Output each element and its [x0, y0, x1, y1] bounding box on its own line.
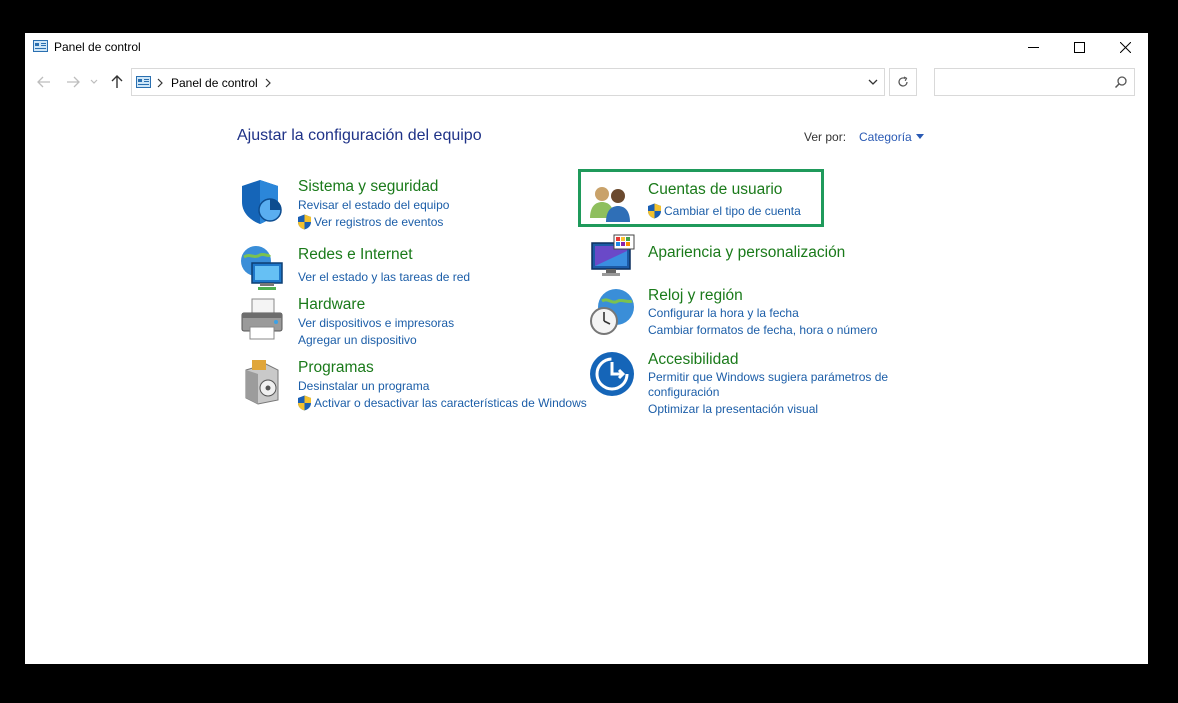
minimize-button[interactable]	[1010, 33, 1056, 61]
clock-globe-icon	[590, 289, 634, 335]
programs-box-icon	[245, 360, 279, 405]
close-button[interactable]	[1102, 33, 1148, 61]
monitor-palette-icon	[591, 234, 635, 276]
control-panel-icon	[136, 76, 151, 88]
category-title[interactable]: Hardware	[298, 296, 365, 314]
category-clock-region: Reloj y región Configurar la hora y la f…	[588, 287, 898, 339]
refresh-button[interactable]	[889, 68, 917, 96]
accessibility-icon	[590, 352, 634, 396]
uac-shield-icon	[298, 214, 311, 230]
up-button[interactable]	[109, 74, 125, 90]
category-title[interactable]: Redes e Internet	[298, 246, 413, 264]
control-panel-icon	[33, 40, 48, 52]
close-icon	[1119, 41, 1131, 53]
view-by-dropdown[interactable]: Categoría	[859, 130, 912, 144]
link-add-device[interactable]: Agregar un dispositivo	[298, 333, 417, 347]
link-change-formats[interactable]: Cambiar formatos de fecha, hora o número	[648, 323, 877, 337]
chevron-right-icon[interactable]	[157, 78, 163, 88]
breadcrumb-control-panel[interactable]: Panel de control	[171, 76, 258, 90]
view-by-label: Ver por:	[804, 130, 847, 144]
forward-button[interactable]	[65, 74, 81, 90]
link-windows-suggest-cont[interactable]: configuración	[648, 385, 719, 399]
maximize-icon	[1073, 41, 1085, 53]
link-windows-features[interactable]: Activar o desactivar las características…	[314, 396, 587, 410]
maximize-button[interactable]	[1056, 33, 1102, 61]
category-accessibility: Accesibilidad Permitir que Windows sugie…	[588, 350, 908, 420]
search-box[interactable]	[934, 68, 1135, 96]
back-button[interactable]	[36, 74, 52, 90]
arrow-left-icon	[37, 76, 50, 88]
address-bar[interactable]: Panel de control	[131, 68, 885, 96]
link-uninstall-program[interactable]: Desinstalar un programa	[298, 379, 429, 393]
title-bar: Panel de control	[25, 33, 1148, 61]
category-title[interactable]: Reloj y región	[648, 287, 743, 305]
control-panel-window: Panel de control Panel de control Ajusta…	[25, 33, 1148, 664]
link-optimize-display[interactable]: Optimizar la presentación visual	[648, 402, 818, 416]
network-globe-icon	[241, 246, 283, 290]
uac-shield-icon	[298, 395, 311, 411]
link-event-logs[interactable]: Ver registros de eventos	[314, 215, 443, 229]
page-title: Ajustar la configuración del equipo	[237, 127, 482, 144]
address-dropdown-button[interactable]	[860, 69, 886, 95]
minimize-icon	[1027, 46, 1039, 48]
link-set-time-date[interactable]: Configurar la hora y la fecha	[648, 306, 799, 320]
category-title[interactable]: Accesibilidad	[648, 351, 738, 369]
arrow-right-icon	[67, 76, 80, 88]
category-title[interactable]: Sistema y seguridad	[298, 178, 438, 196]
chevron-down-icon	[868, 79, 878, 85]
category-title[interactable]: Apariencia y personalización	[648, 244, 845, 262]
window-title: Panel de control	[54, 40, 141, 54]
link-windows-suggest[interactable]: Permitir que Windows sugiera parámetros …	[648, 370, 888, 384]
category-title[interactable]: Programas	[298, 359, 374, 377]
category-system-security: Sistema y seguridad Revisar el estado de…	[238, 178, 568, 238]
search-icon[interactable]	[1114, 75, 1128, 89]
link-review-status[interactable]: Revisar el estado del equipo	[298, 198, 449, 212]
chevron-right-icon[interactable]	[265, 78, 271, 88]
recent-locations-button[interactable]	[89, 74, 99, 90]
category-programs: Programas Desinstalar un programa Activa…	[238, 358, 598, 413]
link-devices-printers[interactable]: Ver dispositivos e impresoras	[298, 316, 454, 330]
arrow-up-icon	[111, 75, 123, 88]
category-network-internet: Redes e Internet Ver el estado y las tar…	[238, 245, 568, 295]
printer-icon	[241, 298, 283, 340]
shield-icon	[242, 180, 282, 224]
chevron-down-icon	[90, 79, 98, 84]
category-appearance: Apariencia y personalización	[588, 233, 888, 281]
link-network-status[interactable]: Ver el estado y las tareas de red	[298, 270, 470, 284]
refresh-icon	[898, 76, 908, 87]
caret-down-icon[interactable]	[916, 134, 924, 139]
category-hardware: Hardware Ver dispositivos e impresoras A…	[238, 295, 568, 347]
highlight-box	[578, 169, 824, 227]
